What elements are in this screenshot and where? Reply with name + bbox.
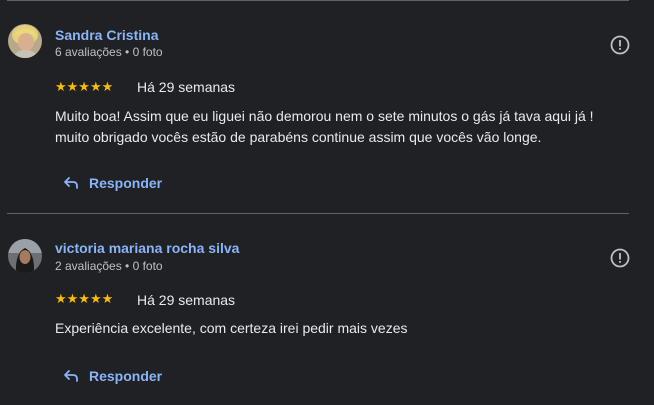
reviewer-meta: 2 avaliações • 0 foto [55, 259, 163, 273]
avatar-photo-icon [8, 239, 42, 273]
reviewer-name[interactable]: Sandra Cristina [55, 26, 158, 44]
reviewer-name[interactable]: victoria mariana rocha silva [55, 239, 239, 257]
reply-label: Responder [89, 175, 163, 191]
review-time: Há 29 semanas [137, 79, 236, 95]
reviewer-meta: 6 avaliações • 0 foto [55, 45, 163, 59]
review-text: Experiência excelente, com certeza irei … [55, 320, 408, 336]
report-button[interactable] [609, 247, 631, 269]
divider [7, 213, 629, 214]
star-rating: ★★★★★ [55, 291, 114, 306]
avatar[interactable] [8, 24, 42, 58]
reviews-panel: Sandra Cristina 6 avaliações • 0 foto ★★… [0, 0, 654, 405]
avatar-photo-icon [8, 24, 42, 58]
avatar[interactable] [8, 239, 42, 273]
review-text: Muito boa! Assim que eu liguei não demor… [55, 108, 594, 145]
reply-arrow-icon [64, 177, 78, 189]
reply-label: Responder [89, 368, 163, 384]
report-icon [610, 248, 630, 268]
divider-top [7, 0, 629, 1]
report-icon [610, 35, 630, 55]
reply-button[interactable]: Responder [62, 365, 162, 387]
report-button[interactable] [609, 34, 631, 56]
star-rating: ★★★★★ [55, 79, 114, 94]
review-time: Há 29 semanas [137, 292, 236, 308]
reply-arrow-icon [64, 370, 78, 382]
reply-button[interactable]: Responder [62, 172, 162, 194]
